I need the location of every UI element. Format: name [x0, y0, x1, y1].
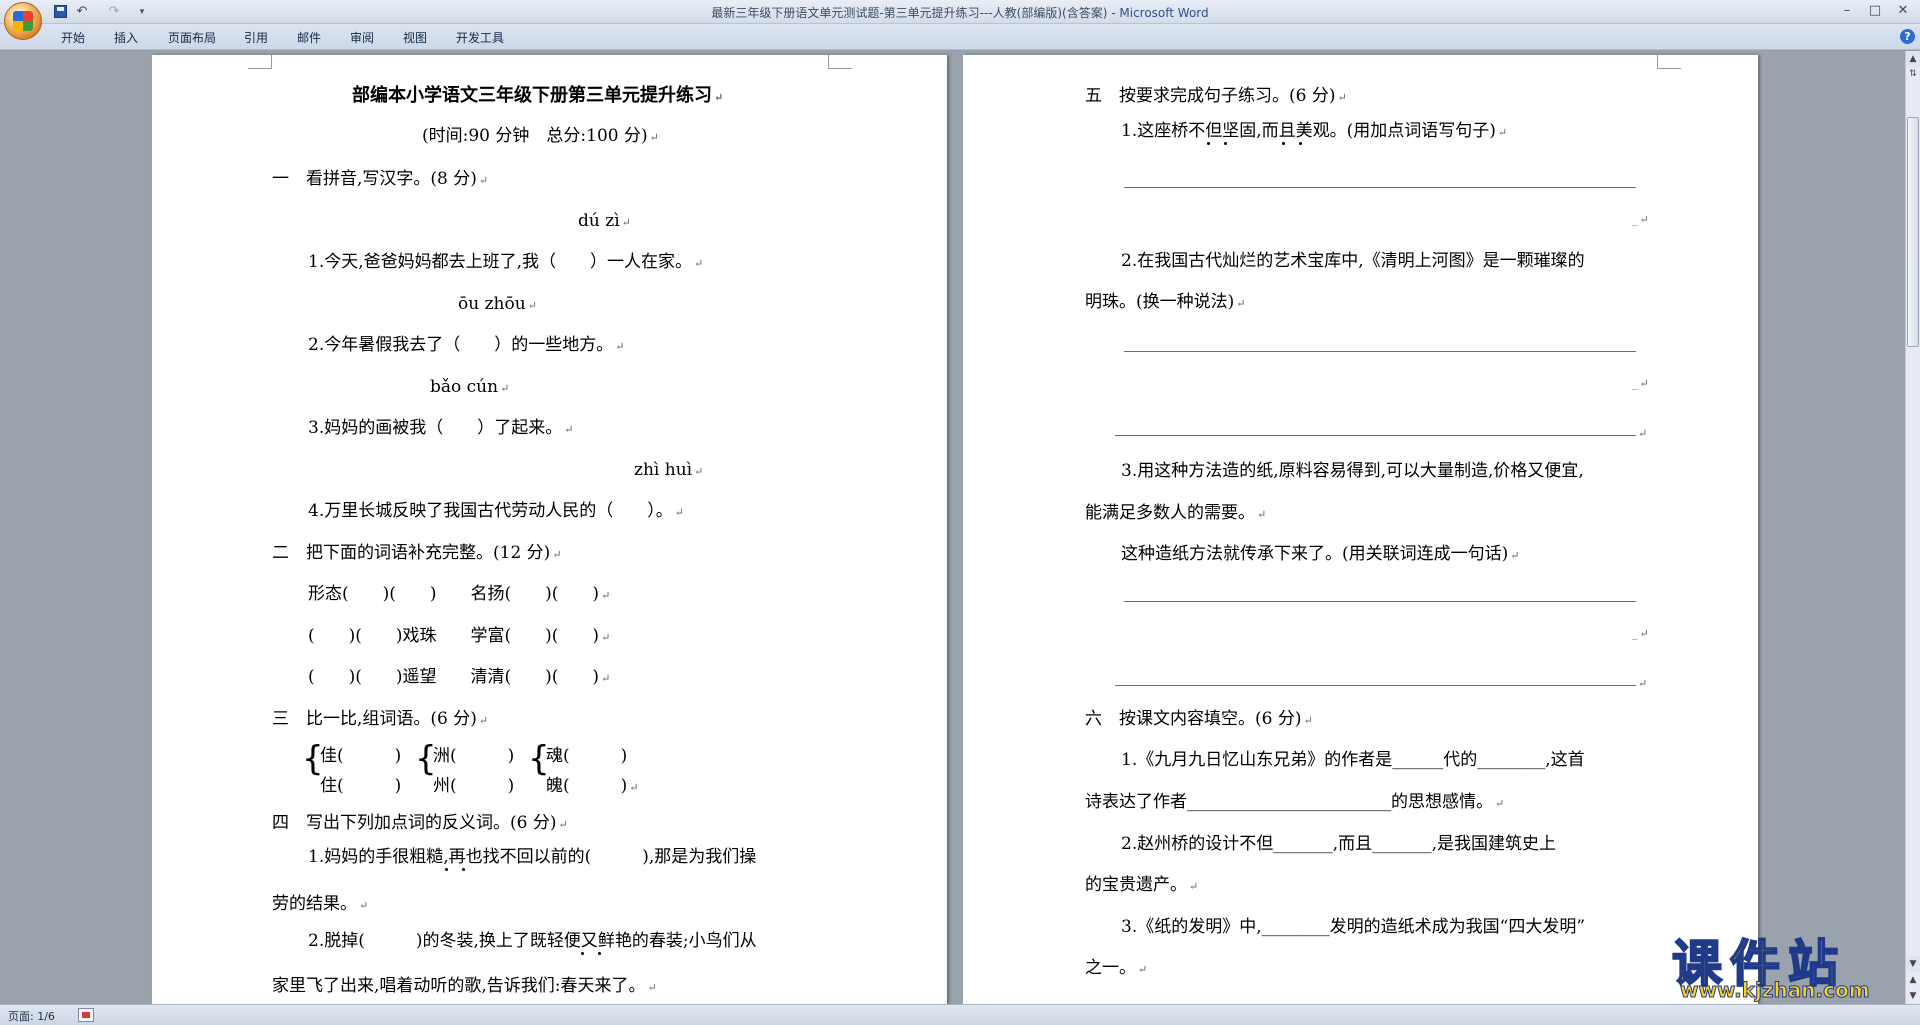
app-name: Microsoft Word: [1119, 6, 1209, 20]
idiom-row-1: 形态( )( ) 名扬( )( ) ↵: [308, 584, 611, 604]
word-window: ↶ ↷ ▾ 最新三年级下册语文单元测试题-第三单元提升练习---人教(部编版)(…: [0, 0, 1920, 1025]
section-3-heading: 三 比一比,组词语。(6 分) ↵: [272, 709, 489, 729]
fill-question-3-cont: 之一。 ↵: [1085, 958, 1148, 978]
answer-line[interactable]: [1124, 601, 1636, 602]
emphasis-dot: [462, 868, 465, 871]
minimize-button[interactable]: –: [1834, 2, 1860, 20]
document-workspace: 部编本小学语文三年级下册第三单元提升练习 ↵ (时间:90 分钟 总分:100 分…: [0, 51, 1905, 1004]
compare-2b: 州( ): [433, 776, 515, 796]
document-page-2[interactable]: 五 按要求完成句子练习。(6 分) ↵ 1.这座桥不但坚固,而且美观。(用加点词语…: [963, 55, 1758, 1004]
section-1-heading: 一 看拼音,写汉字。(8 分) ↵: [272, 169, 489, 189]
margin-corner-mark: [828, 55, 852, 69]
answer-line[interactable]: [1124, 187, 1636, 188]
sentence-question-3-cont2: 这种造纸方法就传承下来了。(用关联词连成一句话) ↵: [1121, 544, 1520, 564]
emphasis-dot: [1282, 142, 1285, 145]
scroll-down-button[interactable]: ▼: [1906, 956, 1920, 972]
antonym-question-2: 2.脱掉( )的冬装,换上了既轻便又鲜艳的春装;小鸟们从: [308, 931, 757, 951]
emphasis-dot: [445, 868, 448, 871]
scroll-thumb[interactable]: [1907, 117, 1919, 347]
section-5-heading: 五 按要求完成句子练习。(6 分) ↵: [1085, 86, 1347, 106]
idiom-row-2: ( )( )戏珠 学富( )( ) ↵: [308, 626, 611, 646]
fill-question-2-cont: 的宝贵遗产。 ↵: [1085, 875, 1199, 895]
compare-2a: 洲( ): [433, 746, 515, 766]
fill-question-3: 3.《纸的发明》中,________发明的造纸术成为我国“四大发明”: [1121, 917, 1586, 937]
margin-corner-mark: [1657, 55, 1681, 69]
antonym-question-2-cont: 家里飞了出来,唱着动听的歌,告诉我们:春天来了。 ↵: [272, 976, 657, 996]
tab-developer[interactable]: 开发工具: [456, 29, 504, 46]
maximize-button[interactable]: □: [1862, 2, 1888, 20]
pinyin-3: bǎo cún ↵: [430, 377, 510, 397]
watermark-logo: 课件站 www.kjzhan.com: [1671, 924, 1902, 1004]
window-title: 最新三年级下册语文单元测试题-第三单元提升练习---人教(部编版)(含答案) -…: [0, 4, 1920, 21]
fill-question-1-cont: 诗表达了作者________________________的思想感情。 ↵: [1085, 792, 1505, 812]
idiom-row-3: ( )( )遥望 清清( )( ) ↵: [308, 667, 611, 687]
question-1-1: 1.今天,爸爸妈妈都去上班了,我（ ）一人在家。 ↵: [308, 252, 704, 272]
answer-line[interactable]: [1115, 685, 1636, 686]
vertical-scrollbar[interactable]: ▲ ⇅ ▼ ▲ ▼: [1905, 51, 1920, 1004]
tab-insert[interactable]: 插入: [114, 29, 138, 46]
emphasis-dot: [1299, 142, 1302, 145]
question-1-2: 2.今年暑假我去了（ ）的一些地方。 ↵: [308, 335, 625, 355]
help-button[interactable]: ?: [1900, 29, 1915, 44]
paragraph-mark: _ ↵: [1632, 213, 1649, 226]
title-separator: -: [1107, 6, 1120, 20]
answer-line[interactable]: [1124, 351, 1636, 352]
view-ruler-button[interactable]: ⇅: [1906, 67, 1920, 81]
emphasis-dot: [598, 952, 601, 955]
antonym-question-1: 1.妈妈的手很粗糙,再也找不回以前的( ),那是为我们操: [308, 847, 757, 867]
question-1-4: 4.万里长城反映了我国古代劳动人民的（ ）。 ↵: [308, 501, 684, 521]
tab-view[interactable]: 视图: [403, 29, 427, 46]
next-page-button[interactable]: ▼: [1906, 988, 1920, 1004]
question-1-3: 3.妈妈的画被我（ ）了起来。 ↵: [308, 418, 574, 438]
section-6-heading: 六 按课文内容填空。(6 分) ↵: [1085, 709, 1313, 729]
sentence-question-3: 3.用这种方法造的纸,原料容易得到,可以大量制造,价格又便宜,: [1121, 461, 1584, 481]
tab-mailings[interactable]: 邮件: [297, 29, 321, 46]
watermark-url: www.kjzhan.com: [1680, 978, 1871, 1003]
sentence-question-3-cont: 能满足多数人的需要。 ↵: [1085, 503, 1267, 523]
section-4-heading: 四 写出下列加点词的反义词。(6 分) ↵: [272, 813, 568, 833]
antonym-question-1-cont: 劳的结果。 ↵: [272, 894, 369, 914]
sentence-question-2-cont: 明珠。(换一种说法) ↵: [1085, 292, 1246, 312]
office-button[interactable]: [4, 2, 42, 40]
compare-1a: 佳( ): [320, 746, 402, 766]
office-logo-icon: [13, 11, 33, 31]
answer-line[interactable]: [1115, 435, 1636, 436]
proofing-icon[interactable]: [78, 1008, 94, 1022]
margin-corner-mark: [248, 55, 272, 69]
tab-page-layout[interactable]: 页面布局: [168, 29, 216, 46]
document-title: 最新三年级下册语文单元测试题-第三单元提升练习---人教(部编版)(含答案): [711, 6, 1108, 20]
pinyin-4: zhì huì ↵: [634, 460, 704, 480]
tab-references[interactable]: 引用: [244, 29, 268, 46]
compare-1b: 住( ): [320, 776, 402, 796]
status-bar: 页面: 1/6: [0, 1004, 1920, 1025]
previous-page-button[interactable]: ▲: [1906, 972, 1920, 988]
sentence-question-1: 1.这座桥不但坚固,而且美观。(用加点词语写句子) ↵: [1121, 121, 1508, 141]
emphasis-dot: [1207, 142, 1210, 145]
paragraph-mark: ↵: [1638, 427, 1648, 440]
pinyin-1: dú zì ↵: [578, 211, 631, 231]
fill-question-1: 1.《九月九日忆山东兄弟》的作者是______代的________,这首: [1121, 750, 1585, 770]
title-bar: ↶ ↷ ▾ 最新三年级下册语文单元测试题-第三单元提升练习---人教(部编版)(…: [0, 0, 1920, 40]
tab-home[interactable]: 开始: [61, 29, 85, 46]
close-button[interactable]: ✕: [1890, 2, 1916, 20]
emphasis-dot: [581, 952, 584, 955]
page-count-indicator[interactable]: 页面: 1/6: [8, 1008, 55, 1024]
paragraph-mark: _ ↵: [1632, 377, 1649, 390]
document-page-1[interactable]: 部编本小学语文三年级下册第三单元提升练习 ↵ (时间:90 分钟 总分:100 分…: [152, 55, 947, 1004]
document-subtitle: (时间:90 分钟 总分:100 分) ↵: [422, 126, 659, 146]
pinyin-2: ōu zhōu ↵: [458, 294, 537, 314]
ribbon-tabs: 开始 插入 页面布局 引用 邮件 审阅 视图 开发工具 ?: [0, 24, 1920, 50]
paragraph-mark: ↵: [1638, 677, 1648, 690]
emphasis-dot: [1224, 142, 1227, 145]
fill-question-2: 2.赵州桥的设计不但_______,而且_______,是我国建筑史上: [1121, 834, 1557, 854]
scroll-up-button[interactable]: ▲: [1906, 51, 1920, 67]
paragraph-mark: _ ↵: [1632, 627, 1649, 640]
sentence-question-2: 2.在我国古代灿烂的艺术宝库中,《清明上河图》是一颗璀璨的: [1121, 251, 1585, 271]
tab-review[interactable]: 审阅: [350, 29, 374, 46]
compare-3b: 魄( ) ↵: [546, 776, 639, 796]
compare-3a: 魂( ): [546, 746, 628, 766]
document-title-text: 部编本小学语文三年级下册第三单元提升练习 ↵: [352, 85, 724, 106]
section-2-heading: 二 把下面的词语补充完整。(12 分) ↵: [272, 543, 562, 563]
